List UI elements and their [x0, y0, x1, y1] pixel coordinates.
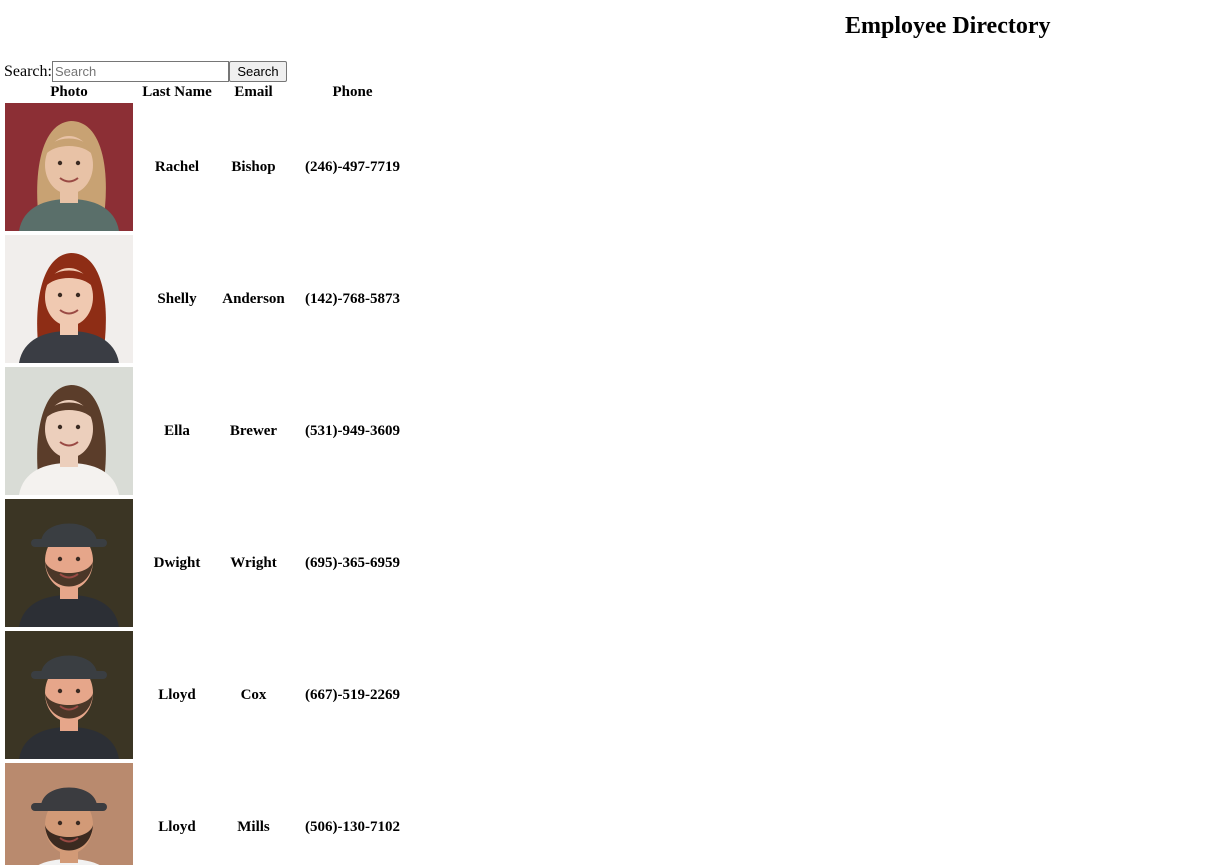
first-name-cell: Lloyd [158, 686, 196, 703]
photo-hat-brim [31, 671, 107, 679]
photo-eye-right [75, 160, 81, 166]
employee-photo [5, 367, 133, 495]
employee-photo [5, 763, 133, 865]
photo-eye-left [57, 688, 63, 694]
first-name-cell: Shelly [157, 290, 197, 307]
last-name-cell: Mills [237, 818, 270, 835]
photo-eye-left [57, 292, 63, 298]
last-name-cell: Wright [230, 554, 277, 571]
photo-eye-left [57, 556, 63, 562]
search-label: Search: [4, 62, 52, 80]
last-name-cell: Bishop [231, 158, 276, 175]
phone-cell: (246)-497-7719 [305, 158, 400, 175]
page-title: Employee Directory [845, 13, 1051, 39]
phone-cell: (531)-949-3609 [305, 422, 400, 439]
last-name-cell: Cox [240, 686, 267, 703]
employee-photo [5, 499, 133, 627]
column-header-photo[interactable]: Photo [4, 84, 134, 100]
employee-photo [5, 235, 133, 363]
employee-rows: Rachel Bishop (246)-497-7719 Shelly Ande… [4, 102, 416, 865]
first-name-cell: Ella [164, 422, 190, 439]
phone-cell: (506)-130-7102 [305, 818, 400, 835]
column-header-email[interactable]: Email [220, 84, 287, 100]
column-header-phone[interactable]: Phone [289, 84, 416, 100]
table-row: Lloyd Cox (667)-519-2269 [4, 630, 416, 760]
first-name-cell: Lloyd [158, 818, 196, 835]
photo-eye-right [75, 556, 81, 562]
table-row: Shelly Anderson (142)-768-5873 [4, 234, 416, 364]
photo-hat-brim [31, 539, 107, 547]
table-header-row: Photo Last Name Email Phone [4, 84, 416, 100]
employee-directory-page: Employee Directory Search: Search Photo … [0, 0, 1221, 865]
table-row: Rachel Bishop (246)-497-7719 [4, 102, 416, 232]
last-name-cell: Brewer [229, 422, 278, 439]
photo-eye-right [75, 820, 81, 826]
employee-photo [5, 631, 133, 759]
phone-cell: (142)-768-5873 [305, 290, 400, 307]
employee-photo [5, 103, 133, 231]
search-form: Search: Search [4, 61, 287, 82]
photo-eye-left [57, 160, 63, 166]
table-row: Lloyd Mills (506)-130-7102 [4, 762, 416, 865]
photo-eye-right [75, 292, 81, 298]
photo-eye-right [75, 424, 81, 430]
phone-cell: (667)-519-2269 [305, 686, 400, 703]
table-row: Ella Brewer (531)-949-3609 [4, 366, 416, 496]
table-row: Dwight Wright (695)-365-6959 [4, 498, 416, 628]
photo-eye-left [57, 820, 63, 826]
first-name-cell: Rachel [154, 158, 200, 175]
first-name-cell: Dwight [153, 554, 201, 571]
phone-cell: (695)-365-6959 [305, 554, 400, 571]
search-input[interactable] [51, 61, 229, 82]
photo-eye-right [75, 688, 81, 694]
photo-hat-brim [31, 803, 107, 811]
photo-eye-left [57, 424, 63, 430]
last-name-cell: Anderson [222, 290, 285, 307]
column-header-last-name[interactable]: Last Name [136, 84, 218, 100]
employee-table: Photo Last Name Email Phone Rachel Bisho… [2, 82, 418, 865]
search-button[interactable]: Search [228, 61, 287, 82]
